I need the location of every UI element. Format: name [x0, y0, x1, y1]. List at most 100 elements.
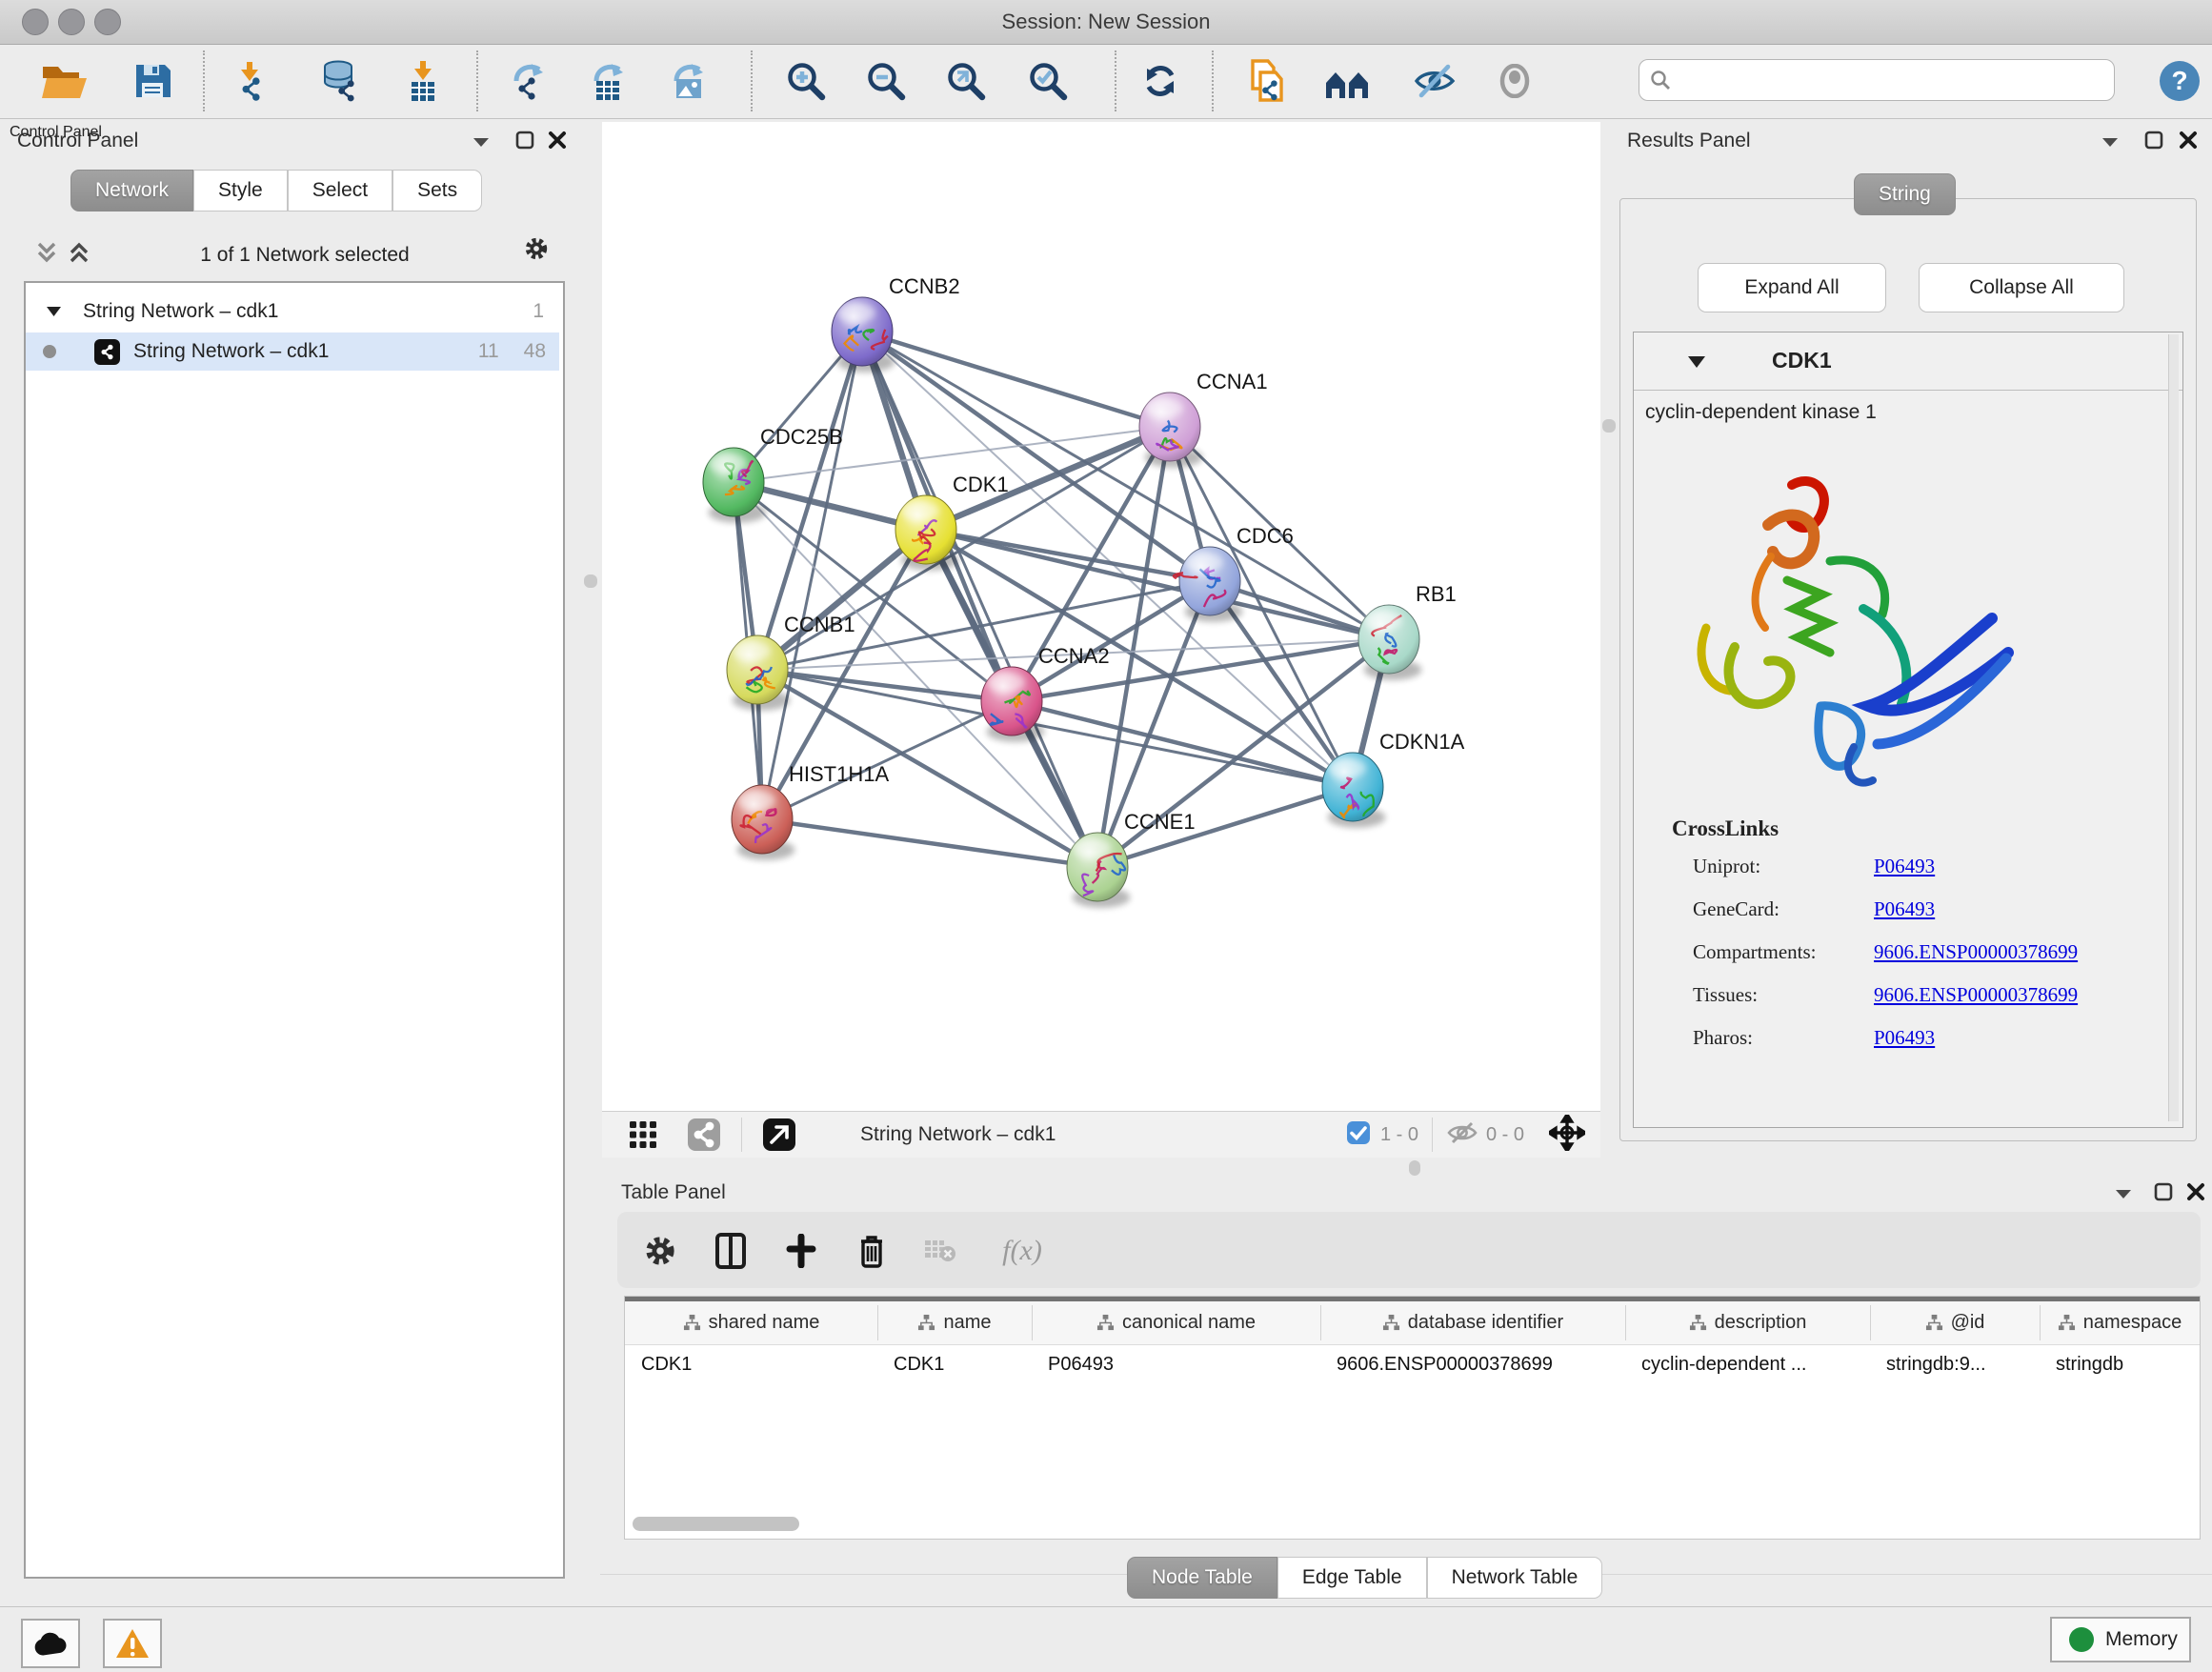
first-neighbors-icon[interactable] — [1318, 52, 1376, 110]
node-highlight — [987, 672, 1025, 693]
edge-CDK1-CCNB1[interactable] — [757, 530, 926, 670]
results-panel-menu-icon[interactable] — [2098, 130, 2122, 154]
grid-mode-icon[interactable] — [619, 1111, 667, 1158]
zoom-in-icon[interactable] — [777, 52, 835, 110]
zoom-fit-icon[interactable] — [937, 52, 995, 110]
table-cell[interactable]: stringdb:9... — [1870, 1344, 2040, 1384]
add-column-icon[interactable] — [777, 1227, 825, 1275]
network-tree-root-row[interactable]: String Network – cdk1 1 — [26, 292, 559, 331]
node-label-CCNA1: CCNA1 — [1196, 370, 1268, 393]
crosslink-value[interactable]: P06493 — [1874, 1026, 1935, 1050]
edge-CCNB2-HIST1H1A[interactable] — [762, 332, 862, 819]
crosslink-value[interactable]: 9606.ENSP00000378699 — [1874, 940, 2078, 964]
crosslink-value[interactable]: P06493 — [1874, 897, 1935, 921]
node-CCNE1[interactable]: CCNE1 — [1067, 810, 1196, 908]
table-cell[interactable]: stringdb — [2040, 1344, 2200, 1384]
expand-all-button[interactable]: Expand All — [1698, 263, 1886, 312]
node-HIST1H1A[interactable]: HIST1H1A — [732, 762, 889, 860]
table-cell[interactable]: CDK1 — [625, 1344, 877, 1384]
birdseye-navigator-icon[interactable] — [1549, 1115, 1585, 1156]
edge-HIST1H1A-CCNE1[interactable] — [762, 819, 1097, 867]
cloud-button[interactable] — [21, 1619, 80, 1668]
edge-CCNB2-CCNA1[interactable] — [862, 332, 1170, 427]
zoom-selected-icon[interactable] — [1019, 52, 1076, 110]
tab-sets[interactable]: Sets — [392, 170, 482, 212]
tab-select[interactable]: Select — [288, 170, 392, 212]
export-network-icon[interactable] — [501, 52, 558, 110]
control-panel-menu-icon[interactable] — [469, 130, 493, 154]
search-input[interactable] — [1639, 59, 2115, 101]
column-header-database-identifier[interactable]: database identifier — [1320, 1301, 1625, 1344]
node-CDC25B[interactable]: CDC25B — [703, 425, 843, 523]
edge-CCNA2-HIST1H1A[interactable] — [762, 701, 1012, 819]
right-splitter-handle[interactable] — [1602, 419, 1616, 433]
export-image-icon[interactable] — [661, 52, 718, 110]
new-network-from-selection-icon[interactable] — [1238, 52, 1296, 110]
crosslink-value[interactable]: P06493 — [1874, 855, 1935, 878]
table-cell[interactable]: 9606.ENSP00000378699 — [1320, 1344, 1625, 1384]
delete-column-icon[interactable] — [848, 1227, 895, 1275]
node-CDKN1A[interactable]: CDKN1A — [1322, 730, 1465, 828]
network-style-icon[interactable] — [680, 1111, 728, 1158]
import-network-file-icon[interactable] — [221, 52, 278, 110]
selected-checkbox-icon[interactable] — [1346, 1120, 1371, 1150]
column-header-canonical-name[interactable]: canonical name — [1032, 1301, 1320, 1344]
warning-button[interactable] — [103, 1619, 162, 1668]
show-columns-icon[interactable] — [707, 1227, 754, 1275]
column-separator — [1870, 1305, 1871, 1340]
collapse-all-button[interactable]: Collapse All — [1919, 263, 2124, 312]
table-cell[interactable]: CDK1 — [877, 1344, 1032, 1384]
crosslink-value[interactable]: 9606.ENSP00000378699 — [1874, 983, 2078, 1007]
table-horizontal-scrollbar[interactable] — [633, 1517, 799, 1531]
node-RB1[interactable]: RB1 — [1358, 582, 1457, 680]
control-panel-close-icon[interactable] — [545, 128, 570, 152]
table-cell[interactable]: P06493 — [1032, 1344, 1320, 1384]
network-tree-child-row[interactable]: String Network – cdk1 11 48 — [26, 332, 559, 371]
edge-CCNB2-CCNE1[interactable] — [862, 332, 1097, 867]
control-panel-float-icon[interactable] — [513, 128, 537, 152]
search-field[interactable] — [1679, 69, 2102, 92]
network-panel-gear-icon[interactable] — [524, 236, 549, 261]
horizontal-splitter-handle[interactable] — [1409, 1160, 1420, 1176]
table-gear-icon[interactable] — [636, 1227, 684, 1275]
refresh-layout-icon[interactable] — [1132, 52, 1189, 110]
open-in-window-icon[interactable] — [755, 1111, 803, 1158]
edge-CCNB2-RB1[interactable] — [862, 332, 1389, 639]
expand-all-tree-icon[interactable] — [67, 240, 91, 265]
string-node-card-header[interactable]: CDK1 — [1634, 332, 2182, 391]
tab-style[interactable]: Style — [193, 170, 288, 212]
tab-network-table[interactable]: Network Table — [1427, 1557, 1603, 1599]
help-button[interactable]: ? — [2151, 52, 2208, 110]
table-panel-close-icon[interactable] — [2183, 1179, 2208, 1204]
column-header-shared-name[interactable]: shared name — [625, 1301, 877, 1344]
edge-CCNB1-CCNA2[interactable] — [757, 670, 1012, 701]
node-CCNA1[interactable]: CCNA1 — [1139, 370, 1268, 468]
network-canvas[interactable]: CCNB2CCNA1CDC25BCDK1CDC6RB1CCNB1CCNA2CDK… — [602, 122, 1600, 1111]
column-header-namespace[interactable]: namespace — [2040, 1301, 2200, 1344]
tab-network[interactable]: Network — [70, 170, 193, 212]
left-splitter-handle[interactable] — [584, 574, 597, 588]
zoom-out-icon[interactable] — [857, 52, 915, 110]
tab-string[interactable]: String — [1854, 173, 1956, 215]
column-header-@id[interactable]: @id — [1870, 1301, 2040, 1344]
column-header-name[interactable]: name — [877, 1301, 1032, 1344]
results-panel-close-icon[interactable] — [2176, 128, 2201, 152]
save-session-icon[interactable] — [124, 52, 181, 110]
open-session-icon[interactable] — [36, 52, 93, 110]
tab-edge-table[interactable]: Edge Table — [1277, 1557, 1427, 1599]
collapse-all-tree-icon[interactable] — [34, 240, 59, 265]
table-cell[interactable]: cyclin-dependent ... — [1625, 1344, 1870, 1384]
toolbar-separator — [1115, 50, 1116, 111]
results-scrollbar[interactable] — [2168, 334, 2179, 1121]
column-header-description[interactable]: description — [1625, 1301, 1870, 1344]
tab-node-table[interactable]: Node Table — [1127, 1557, 1277, 1599]
export-table-icon[interactable] — [581, 52, 638, 110]
memory-button[interactable]: Memory — [2050, 1617, 2191, 1662]
import-table-file-icon[interactable] — [394, 52, 452, 110]
hide-selection-icon[interactable] — [1406, 52, 1463, 110]
show-all-icon[interactable] — [1486, 52, 1543, 110]
results-panel-float-icon[interactable] — [2142, 128, 2166, 152]
table-panel-menu-icon[interactable] — [2111, 1181, 2136, 1206]
table-panel-float-icon[interactable] — [2151, 1179, 2176, 1204]
import-network-database-icon[interactable] — [311, 52, 368, 110]
